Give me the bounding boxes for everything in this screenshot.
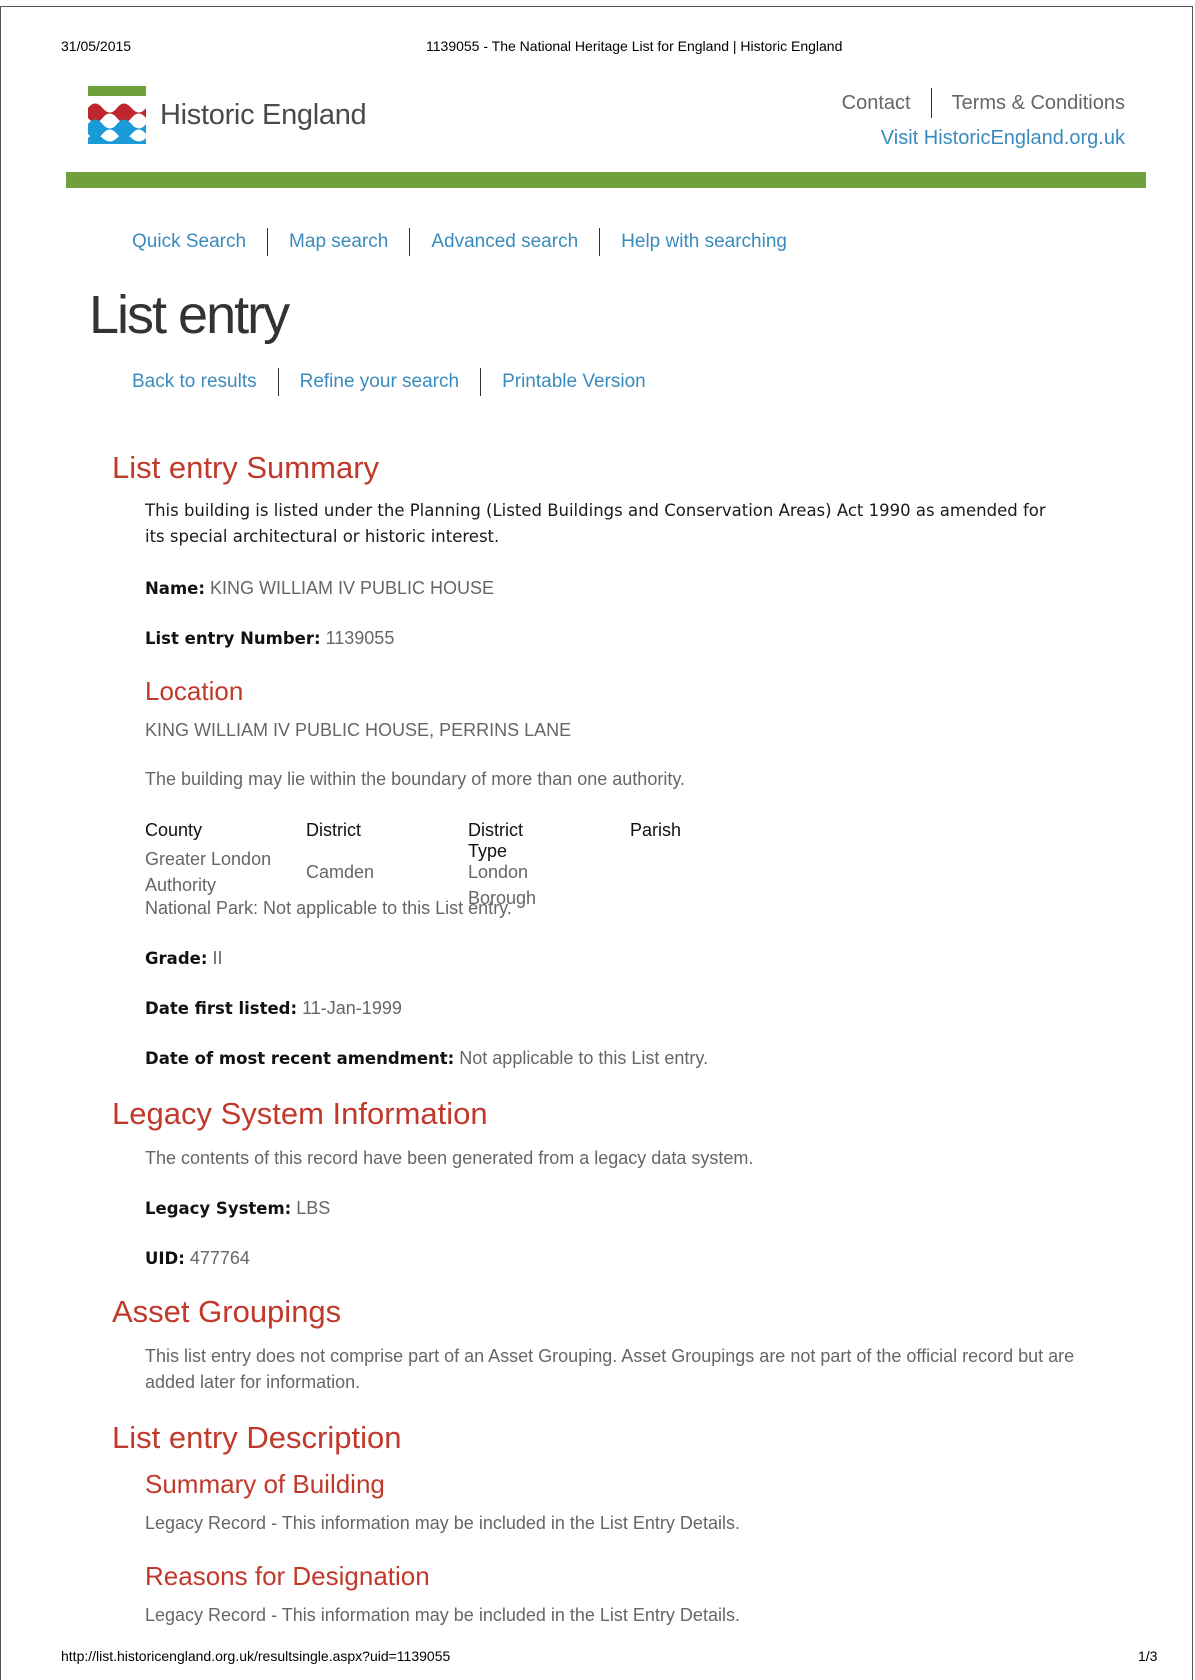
- county-value: Greater London Authority: [145, 849, 272, 895]
- summary-heading: List entry Summary: [112, 450, 380, 485]
- divider: [409, 228, 411, 256]
- page-title: List entry: [89, 285, 290, 345]
- contact-link[interactable]: Contact: [842, 92, 911, 115]
- print-date: 31/05/2015: [61, 38, 132, 54]
- grade-value: II: [212, 948, 223, 968]
- amendment-value: Not applicable to this List entry.: [459, 1048, 709, 1068]
- waves-logo-icon: [88, 86, 146, 144]
- amendment-label: Date of most recent amendment:: [145, 1049, 455, 1068]
- grade-label: Grade:: [145, 949, 208, 968]
- reasons-heading: Reasons for Designation: [145, 1561, 430, 1591]
- summary-of-building-text: Legacy Record - This information may be …: [145, 1513, 740, 1533]
- amendment-field: Date of most recent amendment: Not appli…: [145, 1045, 708, 1072]
- date-listed-label: Date first listed:: [145, 999, 298, 1018]
- location-note: The building may lie within the boundary…: [145, 769, 685, 789]
- search-nav: Quick Search Map search Advanced search …: [132, 228, 787, 256]
- top-links: Contact Terms & Conditions: [842, 88, 1125, 118]
- print-page-number: 1/3: [1138, 1648, 1158, 1664]
- legacy-heading: Legacy System Information: [112, 1096, 488, 1131]
- printable-version-link[interactable]: Printable Version: [502, 371, 646, 393]
- list-number-value: 1139055: [325, 628, 395, 648]
- list-number-label: List entry Number:: [145, 629, 321, 648]
- date-listed-field: Date first listed: 11-Jan-1999: [145, 995, 402, 1022]
- print-title: 1139055 - The National Heritage List for…: [426, 38, 843, 54]
- legacy-intro: The contents of this record have been ge…: [145, 1148, 754, 1168]
- list-number-field: List entry Number: 1139055: [145, 625, 394, 652]
- name-label: Name:: [145, 579, 205, 598]
- name-field: Name: KING WILLIAM IV PUBLIC HOUSE: [145, 575, 494, 602]
- header-divider-bar: [66, 172, 1146, 188]
- asset-heading: Asset Groupings: [112, 1294, 342, 1329]
- quick-search-link[interactable]: Quick Search: [132, 231, 246, 253]
- divider: [599, 228, 601, 256]
- district-type-header: District Type: [468, 820, 523, 861]
- help-searching-link[interactable]: Help with searching: [621, 231, 787, 253]
- results-nav: Back to results Refine your search Print…: [132, 368, 646, 396]
- terms-link[interactable]: Terms & Conditions: [952, 92, 1125, 115]
- map-search-link[interactable]: Map search: [289, 231, 388, 253]
- legacy-system-value: LBS: [296, 1198, 331, 1218]
- print-url: http://list.historicengland.org.uk/resul…: [61, 1648, 451, 1664]
- district-header: District: [306, 820, 361, 840]
- summary-of-building-heading: Summary of Building: [145, 1469, 385, 1499]
- description-heading: List entry Description: [112, 1420, 402, 1455]
- national-park: National Park: Not applicable to this Li…: [145, 898, 512, 918]
- summary-intro: This building is listed under the Planni…: [145, 501, 1046, 546]
- refine-search-link[interactable]: Refine your search: [300, 371, 459, 393]
- legacy-system-label: Legacy System:: [145, 1199, 292, 1218]
- historic-england-logo[interactable]: Historic England: [88, 86, 367, 144]
- back-to-results-link[interactable]: Back to results: [132, 371, 257, 393]
- grade-field: Grade: II: [145, 945, 222, 972]
- reasons-text: Legacy Record - This information may be …: [145, 1605, 740, 1625]
- parish-header: Parish: [630, 820, 682, 840]
- brand-name: Historic England: [160, 98, 367, 131]
- name-value: KING WILLIAM IV PUBLIC HOUSE: [209, 578, 495, 598]
- location-heading: Location: [145, 676, 244, 706]
- uid-field: UID: 477764: [145, 1245, 250, 1272]
- district-value: Camden: [306, 862, 375, 882]
- asset-text: This list entry does not comprise part o…: [145, 1346, 1075, 1392]
- divider: [480, 368, 482, 396]
- date-listed-value: 11-Jan-1999: [302, 998, 402, 1018]
- divider: [930, 88, 932, 118]
- visit-site-link[interactable]: Visit HistoricEngland.org.uk: [881, 127, 1125, 150]
- legacy-system-field: Legacy System: LBS: [145, 1195, 330, 1222]
- uid-label: UID:: [145, 1249, 185, 1268]
- divider: [267, 228, 269, 256]
- advanced-search-link[interactable]: Advanced search: [431, 231, 578, 253]
- divider: [277, 368, 279, 396]
- county-header: County: [145, 820, 203, 840]
- uid-value: 477764: [189, 1248, 250, 1268]
- location-address: KING WILLIAM IV PUBLIC HOUSE, PERRINS LA…: [145, 720, 572, 740]
